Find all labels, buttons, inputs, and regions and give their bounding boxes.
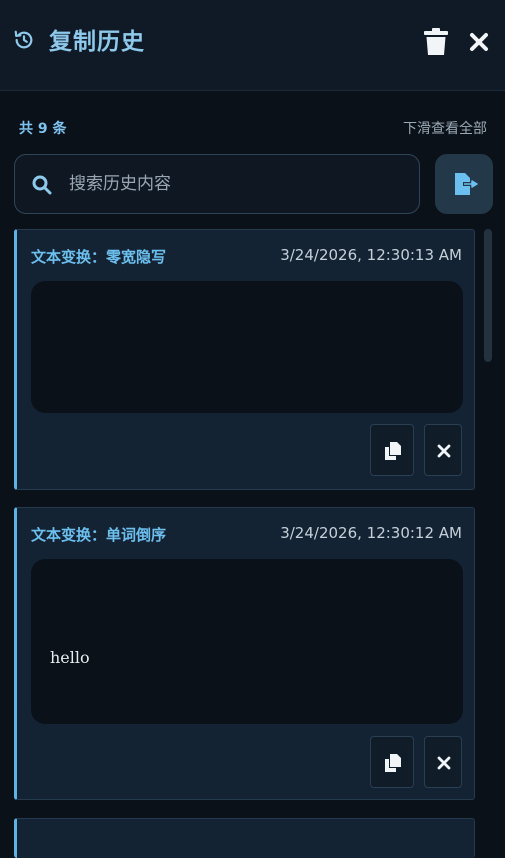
item-content: hello xyxy=(31,559,463,724)
close-icon xyxy=(437,444,451,458)
scroll-hint: 下滑查看全部 xyxy=(403,121,487,137)
scrollbar[interactable] xyxy=(484,229,492,362)
header: 复制历史 xyxy=(0,0,505,91)
history-icon xyxy=(13,29,35,51)
item-type-label: 文本变换：单词倒序 xyxy=(31,526,167,544)
search-input[interactable] xyxy=(67,165,407,203)
item-content-text: hello xyxy=(50,648,90,667)
close-icon xyxy=(437,756,451,770)
export-icon xyxy=(455,173,478,195)
item-timestamp: 3/24/2026, 12:30:13 AM xyxy=(280,246,462,264)
close-button[interactable] xyxy=(466,29,492,55)
clear-history-button[interactable] xyxy=(422,27,450,57)
search-icon xyxy=(31,174,53,196)
item-content xyxy=(31,281,463,413)
delete-item-button[interactable] xyxy=(424,424,462,476)
copy-button[interactable] xyxy=(370,424,414,476)
page-title: 复制历史 xyxy=(49,29,145,55)
item-type-label: 文本变换：零宽隐写 xyxy=(31,248,167,266)
export-button[interactable] xyxy=(435,154,493,214)
item-timestamp: 3/24/2026, 12:30:12 AM xyxy=(280,524,462,542)
search-box xyxy=(14,154,420,214)
history-item: 文本变换：零宽隐写 3/24/2026, 12:30:13 AM xyxy=(14,229,475,490)
copy-button[interactable] xyxy=(370,736,414,788)
copy-icon xyxy=(385,754,401,772)
close-icon xyxy=(470,33,488,51)
item-count: 共 9 条 xyxy=(19,121,67,137)
history-item: 文本变换：单词倒序 3/24/2026, 12:30:12 AM hello xyxy=(14,507,475,800)
history-item xyxy=(14,818,475,858)
trash-icon xyxy=(424,28,448,55)
copy-icon xyxy=(385,442,401,460)
delete-item-button[interactable] xyxy=(424,736,462,788)
